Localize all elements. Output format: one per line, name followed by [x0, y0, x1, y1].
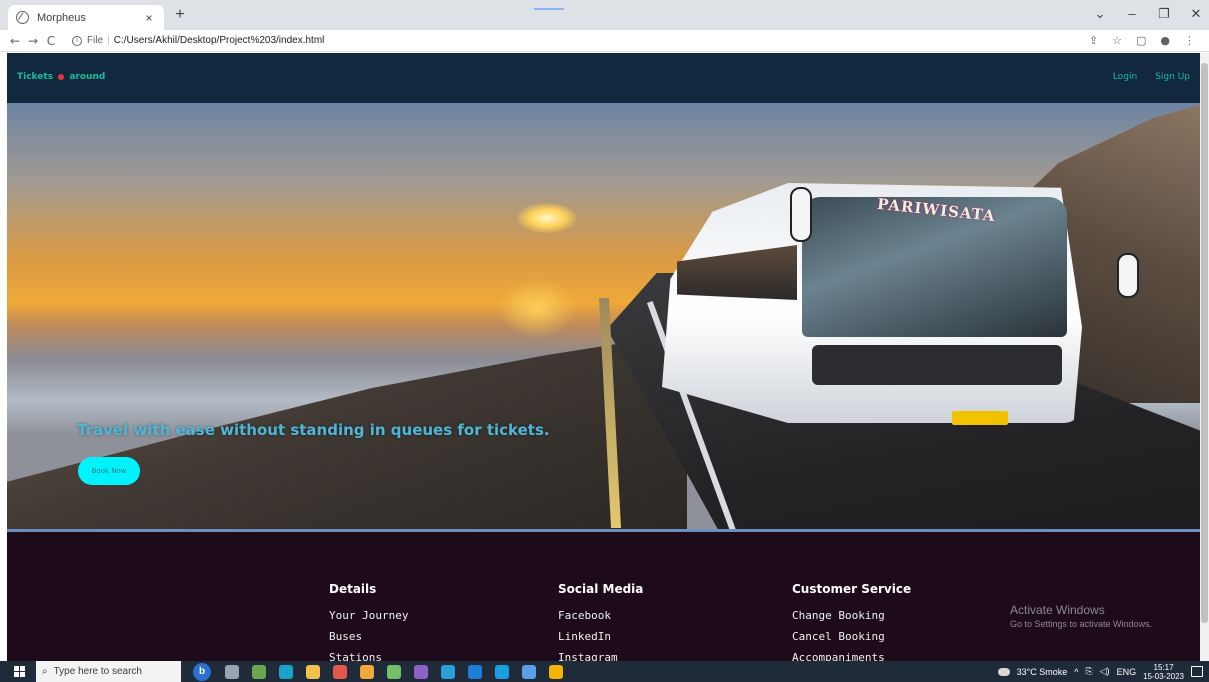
sidebar-icon[interactable]: ▢ [1136, 34, 1146, 47]
back-arrow-icon[interactable]: ← [6, 34, 24, 48]
skype-icon[interactable] [495, 664, 509, 679]
profile-icon[interactable]: ● [1160, 34, 1170, 47]
book-now-button[interactable]: Book Now [78, 457, 140, 485]
hero-banner: PARIWISATA Travel with ease without stan… [7, 103, 1200, 529]
page-favicon-icon [16, 11, 29, 24]
menu-icon[interactable]: ⋮ [1184, 34, 1195, 47]
weather-text[interactable]: 33°C Smoke [1017, 667, 1068, 677]
clock-time: 15:17 [1153, 662, 1174, 672]
tab-title: Morpheus [37, 11, 86, 24]
chrome-icon[interactable] [549, 664, 563, 679]
bus-mirror-left [790, 187, 812, 242]
footer-heading: Social Media [558, 582, 644, 596]
activate-windows-watermark: Activate Windows Go to Settings to activ… [1010, 603, 1152, 629]
bus-grille [812, 345, 1062, 385]
web-page: Tickets around Login Sign Up PARIWISATA … [7, 53, 1200, 661]
outlook-icon[interactable] [360, 664, 374, 679]
notification-icon[interactable] [1191, 666, 1203, 677]
windows-logo-icon [13, 666, 25, 677]
activate-subtitle: Go to Settings to activate Windows. [1010, 619, 1153, 629]
star-icon[interactable]: ☆ [1112, 34, 1122, 47]
sun-reflection-image [497, 278, 577, 338]
search-icon: ⌕ [42, 666, 48, 677]
login-link[interactable]: Login [1113, 72, 1137, 82]
edge-icon[interactable] [279, 664, 293, 679]
bus-mirror-right [1117, 253, 1139, 298]
volume-icon[interactable]: ◁) [1100, 666, 1110, 677]
task-view-icon[interactable] [225, 664, 239, 679]
site-info-icon[interactable]: i [72, 35, 82, 46]
auth-links: Login Sign Up [1113, 72, 1190, 82]
app-icon-2[interactable] [441, 664, 455, 679]
page-scrollbar[interactable] [1200, 53, 1209, 661]
bus-plate [952, 411, 1008, 425]
weather-icon[interactable] [997, 667, 1010, 676]
site-navbar: Tickets around Login Sign Up [7, 53, 1200, 103]
address-scheme-label: File [87, 35, 104, 46]
footer-heading: Details [329, 582, 377, 596]
tab-search-icon[interactable]: ⌄ [1093, 6, 1107, 22]
footer-link[interactable]: Cancel Booking [792, 630, 911, 643]
activate-title: Activate Windows [1010, 603, 1105, 617]
brand-logo[interactable]: Tickets around [17, 72, 105, 82]
browser-toolbar: ← → C i File | C:/Users/Akhil/Desktop/Pr… [0, 30, 1209, 52]
window-controls: ⌄ – ❐ ✕ [1093, 6, 1203, 22]
footer-link[interactable]: Instagram [558, 651, 643, 661]
brand-text-right: around [69, 72, 106, 82]
toolbar-actions: ⇪ ☆ ▢ ● ⋮ [1089, 34, 1195, 47]
tray-overflow-icon[interactable]: ^ [1074, 667, 1078, 677]
address-bar[interactable]: i File | C:/Users/Akhil/Desktop/Project%… [72, 32, 1089, 50]
footer-column-social: Social Media Facebook LinkedIn Instagram [558, 582, 643, 661]
bus-image: PARIWISATA [662, 175, 1139, 430]
language-indicator[interactable]: ENG [1117, 667, 1137, 677]
app-icon[interactable] [252, 664, 266, 679]
footer-link[interactable]: Accompaniments [792, 651, 911, 661]
scroll-thumb[interactable] [1201, 63, 1208, 623]
start-button[interactable] [8, 661, 30, 682]
footer-link[interactable]: Facebook [558, 609, 643, 622]
reload-icon[interactable]: C [42, 34, 60, 48]
vscode-icon[interactable] [468, 664, 482, 679]
sun-image [517, 203, 577, 233]
search-placeholder: Type here to search [53, 666, 142, 677]
taskbar-apps [225, 664, 563, 679]
footer-link[interactable]: Buses [329, 630, 408, 643]
footer-link[interactable]: Change Booking [792, 609, 911, 622]
network-icon[interactable]: ⎘ [1085, 666, 1092, 677]
footer-column-customer-service: Customer Service Change Booking Cancel B… [792, 582, 911, 661]
clock-date: 15-03-2023 [1143, 671, 1184, 681]
restore-icon[interactable]: ❐ [1157, 6, 1171, 22]
tabstrip-accent [534, 8, 564, 10]
brand-text-left: Tickets [17, 72, 54, 82]
notepad-icon[interactable] [387, 664, 401, 679]
file-explorer-icon[interactable] [306, 664, 320, 679]
browser-tab[interactable]: Morpheus × [8, 5, 164, 30]
taskbar-search[interactable]: ⌕ Type here to search [36, 661, 181, 682]
chrome-color-icon[interactable] [333, 664, 347, 679]
close-window-icon[interactable]: ✕ [1189, 6, 1203, 22]
browser-tab-strip: Morpheus × + ⌄ – ❐ ✕ [0, 0, 1209, 30]
visual-studio-icon[interactable] [414, 664, 428, 679]
windows-taskbar: ⌕ Type here to search b 33°C Smoke ^ ⎘ ◁… [0, 661, 1209, 682]
system-tray: 33°C Smoke ^ ⎘ ◁) ENG 15:17 15-03-2023 [997, 661, 1203, 682]
brand-dot-icon [58, 73, 65, 80]
address-url[interactable]: C:/Users/Akhil/Desktop/Project%203/index… [114, 35, 325, 46]
tab-close-icon[interactable]: × [142, 11, 156, 25]
site-footer: Details Your Journey Buses Stations Soci… [7, 532, 1200, 661]
signup-link[interactable]: Sign Up [1155, 72, 1190, 82]
address-separator: | [107, 35, 110, 46]
footer-link[interactable]: Stations [329, 651, 408, 661]
clock[interactable]: 15:17 15-03-2023 [1143, 663, 1184, 681]
share-icon[interactable]: ⇪ [1089, 34, 1098, 47]
hero-tagline: Travel with ease without standing in que… [77, 421, 550, 439]
footer-link[interactable]: LinkedIn [558, 630, 643, 643]
footer-link[interactable]: Your Journey [329, 609, 408, 622]
footer-heading: Customer Service [792, 582, 912, 596]
new-tab-button[interactable]: + [170, 6, 190, 26]
bing-icon[interactable]: b [193, 662, 211, 681]
app-icon-3[interactable] [522, 664, 536, 679]
minimize-icon[interactable]: – [1125, 6, 1139, 22]
forward-arrow-icon[interactable]: → [24, 34, 42, 48]
footer-column-details: Details Your Journey Buses Stations [329, 582, 408, 661]
